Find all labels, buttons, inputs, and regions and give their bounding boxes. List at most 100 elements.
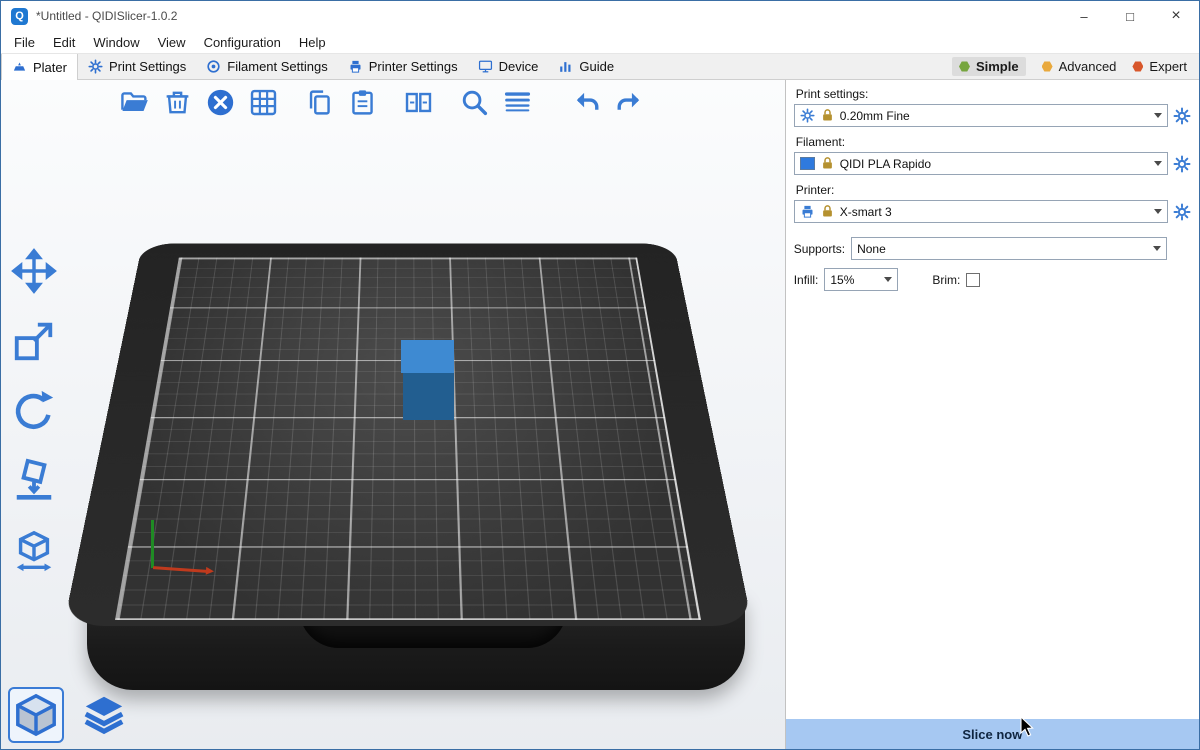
3d-editor-view-button[interactable]: [8, 687, 64, 743]
chevron-down-icon: [1154, 209, 1162, 214]
tab-plater[interactable]: Plater: [1, 54, 78, 80]
printer-icon: [800, 204, 815, 219]
menu-edit[interactable]: Edit: [44, 35, 84, 50]
menu-configuration[interactable]: Configuration: [195, 35, 290, 50]
mode-label: Expert: [1149, 59, 1187, 74]
copy-button[interactable]: [302, 85, 336, 119]
filament-value: QIDI PLA Rapido: [840, 157, 931, 171]
menu-window[interactable]: Window: [84, 35, 148, 50]
device-icon: [478, 59, 493, 74]
slice-now-button[interactable]: Slice now: [786, 719, 1199, 749]
3d-editor-view-icon: [13, 692, 59, 738]
tab-guide[interactable]: Guide: [548, 54, 624, 79]
mode-simple[interactable]: Simple: [952, 57, 1026, 76]
supports-combo[interactable]: None: [851, 237, 1167, 260]
tab-label: Plater: [33, 60, 67, 75]
lock-icon: [820, 108, 835, 123]
edit-printer-button[interactable]: [1173, 203, 1191, 221]
printer-label: Printer:: [796, 183, 1189, 197]
tab-print-settings[interactable]: Print Settings: [78, 54, 196, 79]
gizmo-toolbar: [11, 248, 57, 574]
main-content: Print settings: 0.20mm Fine Filament:: [1, 80, 1199, 749]
filament-label: Filament:: [796, 135, 1189, 149]
brim-label: Brim:: [932, 273, 960, 287]
printer-combo[interactable]: X-smart 3: [794, 200, 1168, 223]
rotate-tool-button[interactable]: [11, 388, 57, 434]
brim-checkbox[interactable]: [966, 273, 980, 287]
open-folder-icon: [120, 88, 149, 117]
app-window: Q *Untitled - QIDISlicer-1.0.2 – □ × Fil…: [0, 0, 1200, 750]
settings-sidebar: Print settings: 0.20mm Fine Filament:: [785, 80, 1199, 749]
measure-tool-icon: [11, 528, 57, 574]
variable-layer-height-button[interactable]: [500, 85, 534, 119]
scale-tool-button[interactable]: [11, 318, 57, 364]
mode-expert[interactable]: Expert: [1132, 59, 1187, 74]
preview-layers-view-button[interactable]: [76, 687, 132, 743]
variable-layer-height-icon: [503, 88, 532, 117]
undo-icon: [572, 88, 601, 117]
simple-mode-dot-icon: [959, 61, 970, 72]
print-settings-value: 0.20mm Fine: [840, 109, 910, 123]
3d-viewport[interactable]: [1, 80, 785, 749]
view-switcher: [8, 687, 132, 743]
arrange-button[interactable]: [246, 85, 280, 119]
menu-file[interactable]: File: [5, 35, 44, 50]
redo-button[interactable]: [612, 85, 646, 119]
place-on-face-tool-icon: [11, 458, 57, 504]
open-folder-button[interactable]: [117, 85, 151, 119]
split-icon: [404, 88, 433, 117]
chevron-down-icon: [1153, 246, 1161, 251]
print-settings-combo[interactable]: 0.20mm Fine: [794, 104, 1168, 127]
plater-icon: [12, 60, 27, 75]
gear-icon: [800, 108, 815, 123]
preview-layers-view-icon: [81, 692, 127, 738]
measure-tool-button[interactable]: [11, 528, 57, 574]
tab-label: Device: [499, 59, 539, 74]
tab-filament-settings[interactable]: Filament Settings: [196, 54, 337, 79]
model-cube-front-face[interactable]: [403, 373, 454, 420]
paste-button[interactable]: [345, 85, 379, 119]
menu-help[interactable]: Help: [290, 35, 335, 50]
tab-device[interactable]: Device: [468, 54, 549, 79]
split-button[interactable]: [401, 85, 435, 119]
tab-label: Printer Settings: [369, 59, 458, 74]
move-tool-button[interactable]: [11, 248, 57, 294]
gear-icon: [1173, 107, 1191, 125]
delete-all-button[interactable]: [203, 85, 237, 119]
search-icon: [460, 88, 489, 117]
viewport-toolbar: [117, 85, 655, 119]
mouse-cursor: [1019, 716, 1039, 738]
supports-value: None: [857, 242, 886, 256]
paste-icon: [348, 88, 377, 117]
delete-button[interactable]: [160, 85, 194, 119]
tab-printer-settings[interactable]: Printer Settings: [338, 54, 468, 79]
undo-button[interactable]: [569, 85, 603, 119]
printer-value: X-smart 3: [840, 205, 892, 219]
infill-combo[interactable]: 15%: [824, 268, 898, 291]
app-logo-icon: Q: [11, 8, 28, 25]
search-button[interactable]: [457, 85, 491, 119]
window-controls: – □ ×: [1061, 1, 1199, 31]
filament-combo[interactable]: QIDI PLA Rapido: [794, 152, 1168, 175]
model-cube-top-face[interactable]: [401, 340, 454, 373]
mode-label: Advanced: [1059, 59, 1117, 74]
place-on-face-tool-button[interactable]: [11, 458, 57, 504]
chevron-down-icon: [1154, 161, 1162, 166]
print-settings-label: Print settings:: [796, 87, 1189, 101]
redo-icon: [615, 88, 644, 117]
titlebar: Q *Untitled - QIDISlicer-1.0.2 – □ ×: [1, 1, 1199, 31]
maximize-button[interactable]: □: [1107, 1, 1153, 31]
edit-print-settings-button[interactable]: [1173, 107, 1191, 125]
infill-label: Infill:: [794, 273, 819, 287]
mode-advanced[interactable]: Advanced: [1042, 59, 1117, 74]
delete-icon: [163, 88, 192, 117]
minimize-button[interactable]: –: [1061, 1, 1107, 31]
expert-mode-dot-icon: [1132, 61, 1143, 72]
menu-view[interactable]: View: [149, 35, 195, 50]
lock-icon: [820, 156, 835, 171]
printer-icon: [348, 59, 363, 74]
edit-filament-button[interactable]: [1173, 155, 1191, 173]
close-button[interactable]: ×: [1153, 1, 1199, 31]
filament-color-swatch: [800, 157, 815, 170]
guide-icon: [558, 59, 573, 74]
